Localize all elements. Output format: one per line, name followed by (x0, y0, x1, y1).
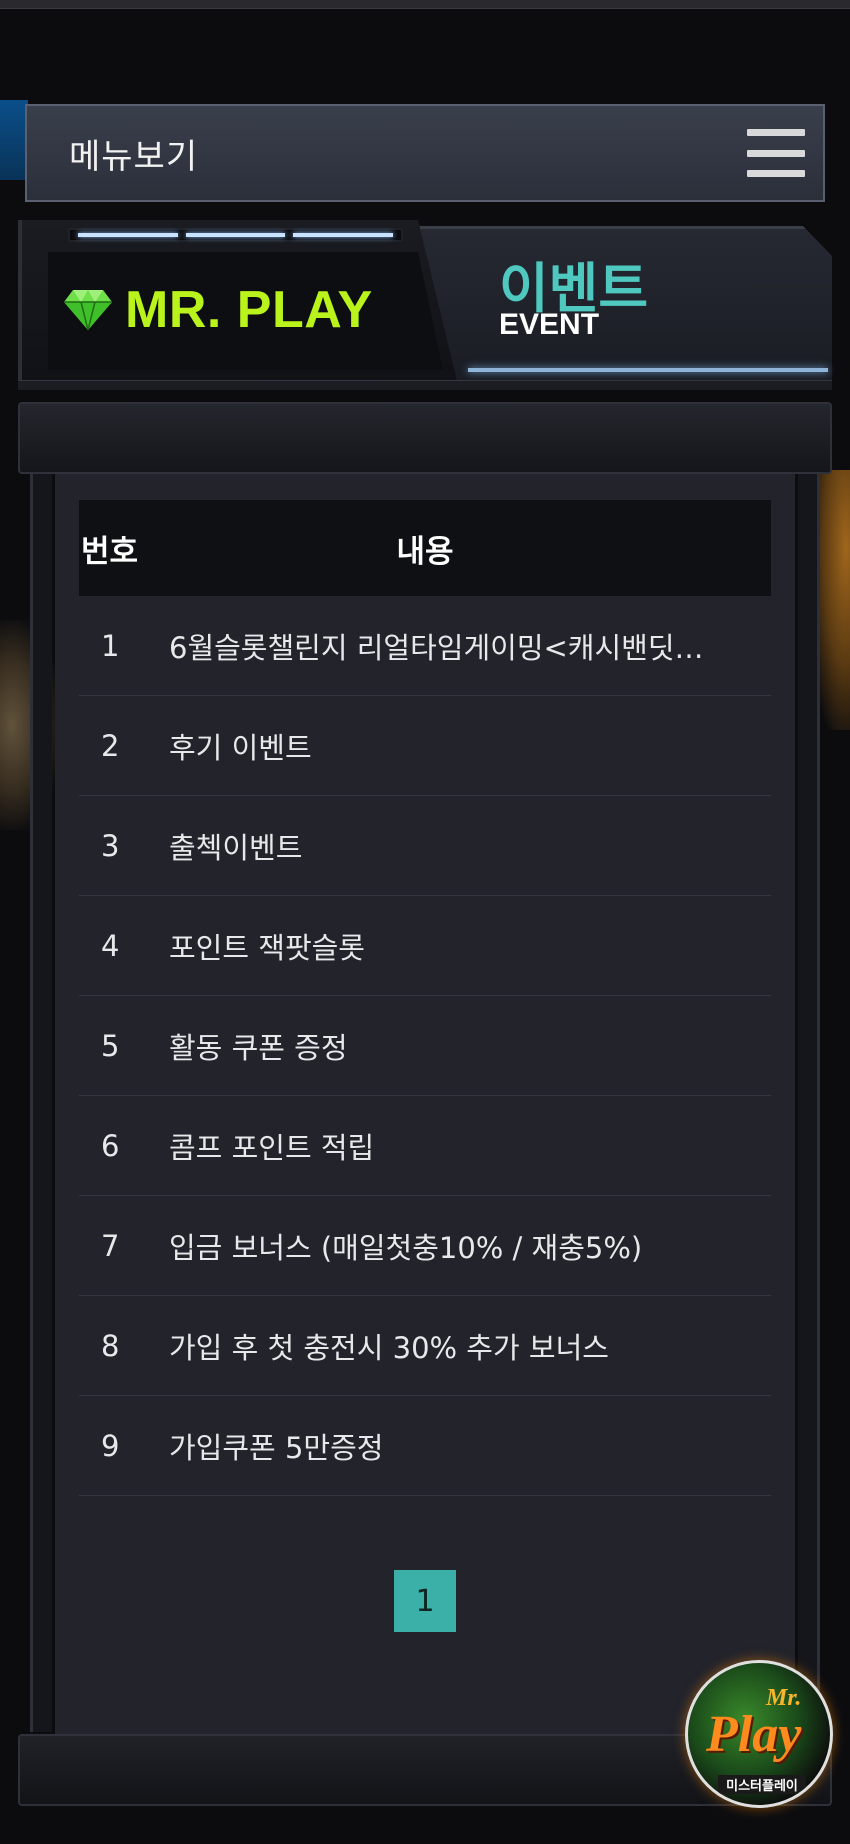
table-row[interactable]: 1 6월슬롯챌린지 리얼타임게이밍<캐시밴딧… (79, 596, 771, 696)
top-status-line (0, 0, 850, 9)
table-row[interactable]: 3 출첵이벤트 (79, 796, 771, 896)
table-row[interactable]: 4 포인트 잭팟슬롯 (79, 896, 771, 996)
table-row[interactable]: 9 가입쿠폰 5만증정 (79, 1396, 771, 1496)
row-number: 1 (101, 628, 120, 663)
column-header-content: 내용 (396, 533, 454, 570)
banner-base (18, 380, 832, 390)
banner-lights (68, 228, 403, 242)
table-row[interactable]: 6 콤프 포인트 적립 (79, 1096, 771, 1196)
row-number: 3 (101, 828, 120, 863)
diamond-icon (64, 290, 112, 331)
row-title-link[interactable]: 콤프 포인트 적립 (169, 1125, 771, 1167)
row-title-link[interactable]: 후기 이벤트 (169, 725, 771, 767)
table-row[interactable]: 2 후기 이벤트 (79, 696, 771, 796)
banner-light-strip (468, 368, 828, 372)
frame-side-left (30, 474, 52, 1732)
row-title-link[interactable]: 가입 후 첫 충전시 30% 추가 보너스 (169, 1325, 771, 1367)
row-title-link[interactable]: 활동 쿠폰 증정 (169, 1025, 771, 1067)
hamburger-icon[interactable] (747, 129, 805, 177)
row-title-link[interactable]: 6월슬롯챌린지 리얼타임게이밍<캐시밴딧… (169, 625, 771, 667)
row-number: 6 (101, 1128, 120, 1163)
row-number: 8 (101, 1328, 120, 1363)
row-number: 4 (101, 928, 120, 963)
table-row[interactable]: 5 활동 쿠폰 증정 (79, 996, 771, 1096)
menu-bar[interactable]: 메뉴보기 (25, 104, 825, 202)
page-banner: MR. PLAY 이벤트 EVENT (18, 220, 832, 390)
row-title-link[interactable]: 출첵이벤트 (169, 825, 771, 867)
floating-logo-button[interactable]: Mr. Play 미스터플레이 (685, 1660, 833, 1808)
table-row[interactable]: 8 가입 후 첫 충전시 30% 추가 보너스 (79, 1296, 771, 1396)
page-subtitle: EVENT (499, 308, 600, 341)
table-row[interactable]: 7 입금 보너스 (매일첫충10% / 재충5%) (79, 1196, 771, 1296)
row-title-link[interactable]: 가입쿠폰 5만증정 (169, 1425, 771, 1467)
row-number: 5 (101, 1028, 120, 1063)
page-button-current[interactable]: 1 (394, 1570, 456, 1632)
frame-side-right (798, 474, 820, 1732)
row-title-link[interactable]: 포인트 잭팟슬롯 (169, 925, 771, 967)
frame-top (18, 402, 832, 474)
row-number: 2 (101, 728, 120, 763)
row-title-link[interactable]: 입금 보너스 (매일첫충10% / 재충5%) (169, 1225, 771, 1267)
menu-title: 메뉴보기 (69, 136, 199, 177)
background-decoration (0, 100, 28, 180)
row-number: 9 (101, 1428, 120, 1463)
brand-name: MR. PLAY (125, 281, 373, 339)
table-header: 번호 내용 (79, 500, 771, 596)
floating-logo-play: Play (706, 1706, 802, 1763)
brand-logo[interactable]: MR. PLAY (63, 280, 373, 340)
column-header-number: 번호 (81, 533, 139, 570)
row-number: 7 (101, 1228, 120, 1263)
floating-logo-subtitle: 미스터플레이 (718, 1775, 806, 1794)
event-table: 번호 내용 1 6월슬롯챌린지 리얼타임게이밍<캐시밴딧… 2 후기 이벤트 3… (79, 500, 771, 1496)
